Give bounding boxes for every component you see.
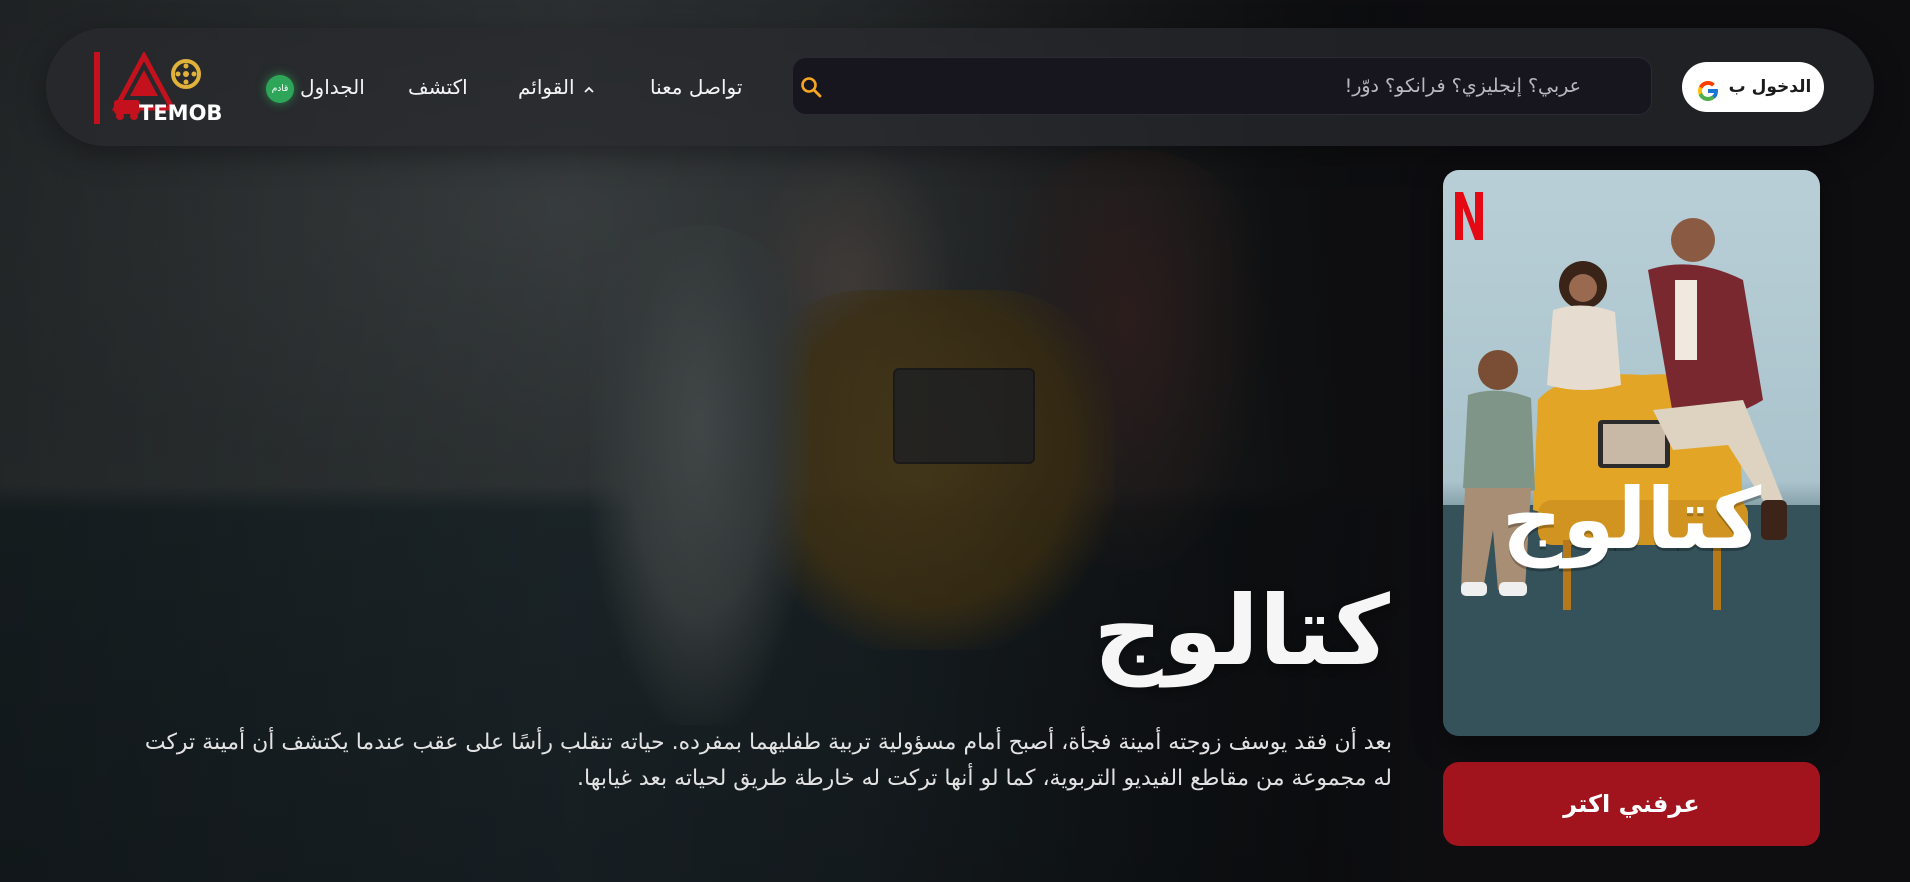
search-icon[interactable] (799, 75, 823, 99)
page: TEMOB قادم الجداول اكتشف القوائم تواصل مع… (0, 0, 1910, 882)
learn-more-button[interactable]: عرفني اكتر (1443, 762, 1820, 846)
google-login-button[interactable]: الدخول ب (1682, 62, 1824, 112)
netflix-logo-icon (1449, 190, 1489, 242)
top-navbar: TEMOB قادم الجداول اكتشف القوائم تواصل مع… (46, 28, 1874, 146)
search-bar[interactable] (792, 57, 1652, 115)
chevron-up-icon (583, 30, 595, 148)
poster-title-art: كتالوج (1501, 470, 1763, 568)
coming-soon-badge: قادم (266, 74, 294, 103)
nav-item-tables-label: الجداول (300, 75, 365, 99)
login-label: الدخول ب (1728, 77, 1812, 97)
hero-title: كتالوج (1093, 575, 1390, 687)
google-icon (1695, 74, 1721, 101)
movie-poster[interactable]: كتالوج (1443, 170, 1820, 736)
nav-item-tables[interactable]: قادم الجداول (266, 28, 365, 146)
nav-item-contact-label: تواصل معنا (650, 75, 743, 99)
logo-mark: TEMOB (94, 50, 222, 125)
nav-item-lists[interactable]: القوائم (518, 28, 595, 146)
nav-item-lists-label: القوائم (518, 75, 575, 99)
poster-artwork (1443, 218, 1820, 736)
nav-item-discover[interactable]: اكتشف (408, 28, 468, 146)
nav-item-contact[interactable]: تواصل معنا (650, 28, 742, 146)
logo-text: TEMOB (139, 101, 222, 125)
site-logo[interactable]: TEMOB (94, 50, 224, 126)
search-input[interactable] (809, 58, 1589, 114)
nav-item-discover-label: اكتشف (408, 75, 468, 99)
hero-description: بعد أن فقد يوسف زوجته أمينة فجأة، أصبح أ… (144, 730, 1392, 791)
